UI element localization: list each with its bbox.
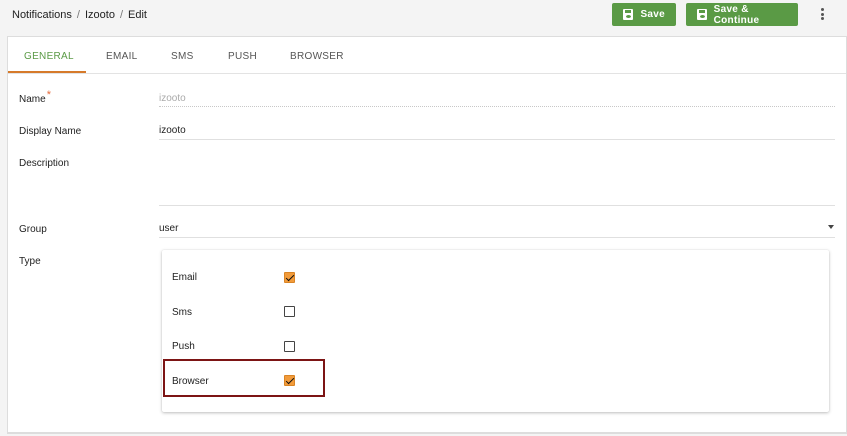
tab-bar: GENERAL EMAIL SMS PUSH BROWSER <box>8 37 846 74</box>
display-name-field[interactable]: izooto <box>159 125 835 140</box>
save-and-continue-label: Save & Continue <box>713 3 760 26</box>
type-label: Type <box>19 256 41 267</box>
name-field[interactable]: izooto <box>159 93 835 107</box>
display-name-value: izooto <box>159 125 186 136</box>
name-label: Name* <box>19 89 51 105</box>
more-vert-icon[interactable] <box>817 6 827 22</box>
browser-option-highlight <box>163 359 325 397</box>
group-label: Group <box>19 224 47 235</box>
tab-push[interactable]: PUSH <box>228 51 257 62</box>
type-option-sms-label: Sms <box>172 307 192 318</box>
save-button[interactable]: Save <box>612 3 676 26</box>
breadcrumb: Notifications / Izooto / Edit <box>12 9 147 21</box>
type-option-sms-checkbox[interactable] <box>284 306 295 317</box>
active-tab-indicator <box>8 71 86 73</box>
tab-browser[interactable]: BROWSER <box>290 51 344 62</box>
tab-general[interactable]: GENERAL <box>24 51 74 62</box>
top-bar: Notifications / Izooto / Edit Save Save … <box>0 0 847 32</box>
edit-form-card: GENERAL EMAIL SMS PUSH BROWSER Name* izo… <box>7 36 847 434</box>
floppy-disk-icon <box>697 9 707 20</box>
breadcrumb-notifications[interactable]: Notifications <box>12 9 72 21</box>
type-option-push-checkbox[interactable] <box>284 341 295 352</box>
breadcrumb-izooto[interactable]: Izooto <box>85 9 115 21</box>
display-name-label: Display Name <box>19 126 82 137</box>
breadcrumb-current: Edit <box>128 9 147 21</box>
required-marker: * <box>46 89 51 101</box>
type-option-push-label: Push <box>172 341 195 352</box>
save-button-label: Save <box>640 9 665 20</box>
floppy-disk-icon <box>623 9 634 20</box>
name-placeholder: izooto <box>159 93 186 104</box>
group-select[interactable]: user <box>159 223 835 238</box>
tab-sms[interactable]: SMS <box>171 51 194 62</box>
type-options-panel: Email Sms Push Browser <box>162 250 829 412</box>
description-field[interactable] <box>159 157 835 206</box>
description-label: Description <box>19 158 70 169</box>
caret-down-icon <box>828 225 834 229</box>
group-value: user <box>159 223 179 234</box>
breadcrumb-separator: / <box>76 9 80 21</box>
breadcrumb-separator: / <box>119 9 124 21</box>
save-and-continue-button[interactable]: Save & Continue <box>686 3 798 26</box>
type-option-email-label: Email <box>172 272 198 283</box>
type-option-email-checkbox[interactable] <box>284 272 295 283</box>
tab-email[interactable]: EMAIL <box>106 51 138 62</box>
